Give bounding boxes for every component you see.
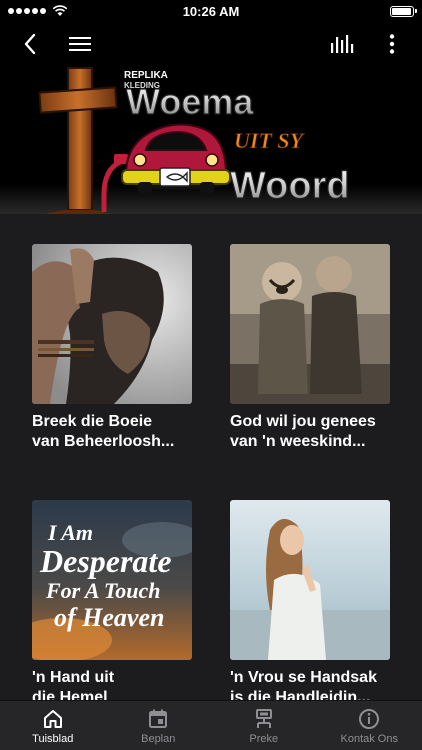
sermon-thumbnail: I Am Desperate For A Touch of Heaven [32, 500, 192, 660]
chevron-left-icon [24, 33, 36, 55]
tab-label: Kontak Ons [340, 733, 398, 745]
sermon-title: God wil jou genees van 'n weeskind... [230, 412, 390, 452]
banner-logo: REPLIKA KLEDING Woema UIT SY Woord [0, 66, 422, 214]
calendar-icon [149, 709, 168, 728]
more-button[interactable] [378, 30, 406, 58]
sermon-title: Breek die Boeie van Beheerloosh... [32, 412, 192, 452]
sermon-card[interactable]: God wil jou genees van 'n weeskind... [230, 244, 390, 500]
info-icon [359, 709, 380, 729]
title-line: die Hemel [32, 689, 108, 700]
sermon-card[interactable]: I Am Desperate For A Touch of Heaven 'n … [32, 500, 192, 700]
title-line: 'n Vrou se Handsak [230, 669, 377, 686]
battery-icon [390, 5, 417, 17]
status-bar: 10:26 AM [0, 0, 422, 22]
banner-badge: REPLIKA [124, 70, 168, 81]
tab-contact[interactable]: Kontak Ons [317, 701, 422, 750]
sermon-title: 'n Vrou se Handsak is die Handleidin... [230, 668, 390, 700]
tab-label: Preke [249, 733, 279, 745]
sermon-thumbnail [230, 244, 390, 404]
tab-label: Beplan [141, 733, 176, 745]
content-area: Breek die Boeie van Beheerloosh... God w… [0, 214, 422, 700]
equalizer-icon [331, 35, 354, 53]
tab-sermons[interactable]: Preke [211, 701, 317, 750]
home-icon [43, 710, 62, 728]
wifi-icon [52, 5, 68, 16]
banner-line1: Woema [126, 81, 254, 122]
sermon-title: 'n Hand uit die Hemel [32, 668, 192, 700]
poster-line1: I Am [47, 520, 93, 545]
poster-line3: For A Touch [45, 578, 161, 603]
sermon-card[interactable]: 'n Vrou se Handsak is die Handleidin... [230, 500, 390, 700]
title-line: van 'n weeskind... [230, 433, 366, 450]
banner-line2: UIT SY [234, 128, 306, 153]
sermon-thumbnail [230, 500, 390, 660]
menu-button[interactable] [66, 30, 94, 58]
header-banner: REPLIKA KLEDING Woema UIT SY Woord [0, 66, 422, 214]
banner-line3: Woord [230, 165, 350, 207]
signal-icon [8, 8, 46, 14]
poster-line4: of Heaven [54, 603, 164, 632]
tab-home[interactable]: Tuisblad [0, 701, 106, 750]
tab-bar: Tuisblad Beplan Preke Kontak Ons [0, 700, 422, 750]
tab-schedule[interactable]: Beplan [106, 701, 212, 750]
tab-label: Tuisblad [32, 733, 74, 745]
player-button[interactable] [328, 30, 356, 58]
title-line: God wil jou genees [230, 413, 376, 430]
back-button[interactable] [16, 30, 44, 58]
title-line: is die Handleidin... [230, 689, 371, 700]
app-bar [0, 22, 422, 66]
more-vertical-icon [389, 34, 395, 54]
sermon-thumbnail [32, 244, 192, 404]
title-line: Breek die Boeie [32, 413, 153, 430]
title-line: 'n Hand uit [32, 669, 115, 686]
sermon-icon [255, 709, 272, 728]
hamburger-icon [69, 37, 91, 51]
poster-line2: Desperate [39, 543, 172, 579]
status-left [8, 5, 68, 17]
title-line: van Beheerloosh... [32, 433, 175, 450]
battery-fill [392, 7, 411, 15]
sermon-grid: Breek die Boeie van Beheerloosh... God w… [0, 214, 422, 700]
sermon-card[interactable]: Breek die Boeie van Beheerloosh... [32, 244, 192, 500]
